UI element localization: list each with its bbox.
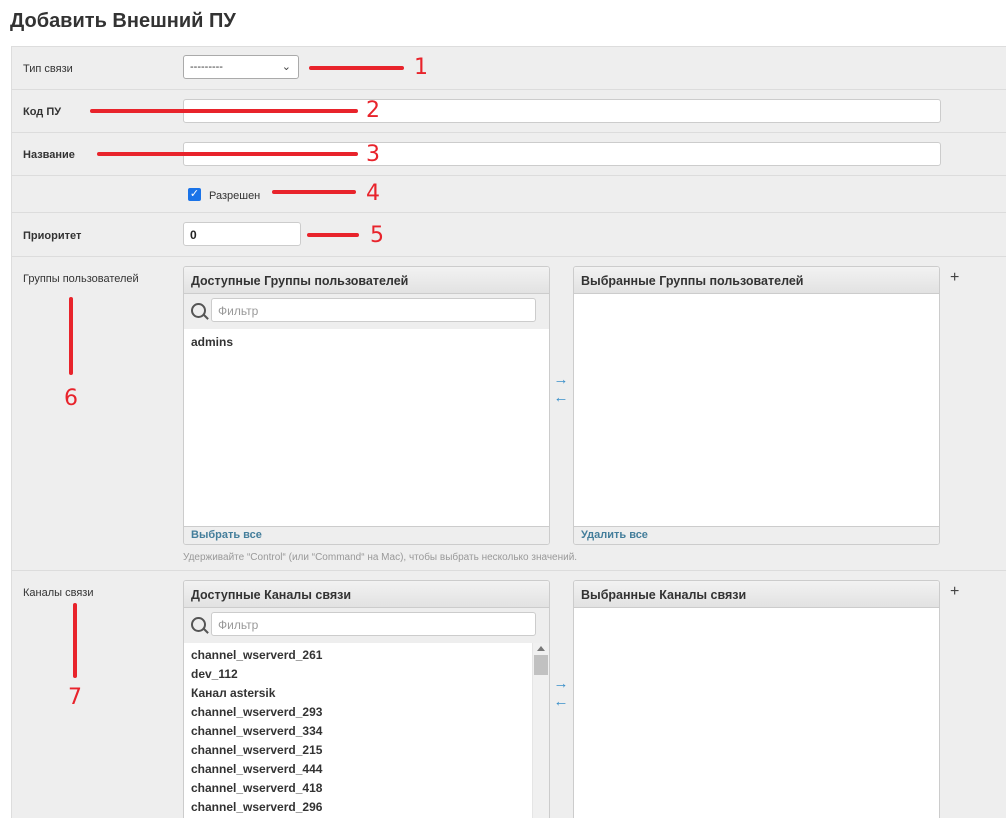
name-label: Название: [23, 149, 75, 161]
channels-scrollbar[interactable]: [532, 643, 549, 818]
user-groups-label: Группы пользователей: [23, 273, 139, 285]
page-title: Добавить Внешний ПУ: [10, 10, 236, 32]
chevron-down-icon: ⌄: [281, 61, 291, 73]
choose-all-user-groups-link[interactable]: Выбрать все: [184, 526, 549, 544]
available-user-groups-list[interactable]: admins: [184, 329, 549, 526]
priority-row: Приоритет 0: [12, 213, 1006, 257]
list-item[interactable]: channel_wserverd_293: [184, 703, 533, 722]
selected-user-groups-panel: Выбранные Группы пользователей Удалить в…: [573, 266, 940, 545]
annotation-line-2: [90, 109, 358, 113]
annotation-line-1: [309, 66, 404, 70]
external-pu-form: Тип связи --------- ⌄ Код ПУ Название ✓ …: [11, 46, 1006, 818]
channels-row: Каналы связи Доступные Каналы связи Филь…: [12, 571, 1006, 818]
available-channels-title: Доступные Каналы связи: [184, 581, 549, 608]
priority-input[interactable]: 0: [183, 222, 301, 246]
list-item[interactable]: channel_wserverd_418: [184, 779, 533, 798]
list-item[interactable]: channel_wserverd_296: [184, 798, 533, 817]
user-groups-move-controls: → ←: [553, 371, 569, 407]
add-user-group-icon[interactable]: +: [950, 269, 959, 287]
move-right-icon[interactable]: →: [553, 675, 569, 693]
connection-type-label: Тип связи: [23, 63, 73, 75]
annotation-number-6: 6: [64, 386, 78, 411]
selected-user-groups-title: Выбранные Группы пользователей: [574, 267, 939, 294]
available-channels-panel: Доступные Каналы связи Фильтр channel_ws…: [183, 580, 550, 818]
multi-select-help: Удерживайте “Control“ (или “Command“ на …: [183, 552, 578, 563]
connection-type-select[interactable]: --------- ⌄: [183, 55, 299, 79]
list-item[interactable]: admins: [184, 333, 549, 352]
scroll-thumb[interactable]: [534, 655, 548, 675]
user-groups-row: Группы пользователей Доступные Группы по…: [12, 257, 1006, 571]
move-left-icon[interactable]: ←: [553, 693, 569, 711]
move-left-icon[interactable]: ←: [553, 389, 569, 407]
search-icon: [191, 617, 206, 632]
enabled-checkbox[interactable]: ✓: [188, 188, 201, 201]
annotation-line-4: [272, 190, 356, 194]
annotation-line-3: [97, 152, 358, 156]
remove-all-user-groups-link[interactable]: Удалить все: [574, 526, 939, 544]
available-user-groups-title: Доступные Группы пользователей: [184, 267, 549, 294]
available-user-groups-panel: Доступные Группы пользователей Фильтр ad…: [183, 266, 550, 545]
annotation-number-3: 3: [366, 142, 380, 167]
channels-move-controls: → ←: [553, 675, 569, 711]
annotation-number-5: 5: [370, 223, 384, 248]
channels-label: Каналы связи: [23, 587, 94, 599]
connection-type-value: ---------: [190, 61, 223, 73]
list-item[interactable]: Канал astersik: [184, 684, 533, 703]
move-right-icon[interactable]: →: [553, 371, 569, 389]
search-icon: [191, 303, 206, 318]
channels-filter-input[interactable]: Фильтр: [211, 612, 536, 636]
annotation-line-7: [73, 603, 77, 678]
enabled-row: ✓ Разрешен: [12, 176, 1006, 213]
enabled-label: Разрешен: [209, 190, 261, 202]
priority-value: 0: [190, 228, 197, 242]
annotation-number-4: 4: [366, 181, 380, 206]
annotation-number-2: 2: [366, 98, 380, 123]
user-groups-filter-bar: Фильтр: [184, 294, 549, 330]
annotation-number-7: 7: [68, 685, 82, 710]
list-item[interactable]: channel_wserverd_215: [184, 741, 533, 760]
annotation-number-1: 1: [414, 55, 428, 80]
scroll-up-icon[interactable]: [537, 646, 545, 651]
channels-filter-bar: Фильтр: [184, 608, 549, 644]
list-item[interactable]: channel_wserverd_261: [184, 646, 533, 665]
add-channel-icon[interactable]: +: [950, 583, 959, 601]
code-label: Код ПУ: [23, 106, 62, 118]
connection-type-row: Тип связи --------- ⌄: [12, 47, 1006, 90]
annotation-line-5: [307, 233, 359, 237]
selected-channels-list[interactable]: [574, 608, 939, 818]
selected-user-groups-list[interactable]: [574, 294, 939, 526]
annotation-line-6: [69, 297, 73, 375]
list-item[interactable]: channel_wserverd_334: [184, 722, 533, 741]
user-groups-filter-input[interactable]: Фильтр: [211, 298, 536, 322]
selected-channels-title: Выбранные Каналы связи: [574, 581, 939, 608]
priority-label: Приоритет: [23, 230, 82, 242]
selected-channels-panel: Выбранные Каналы связи: [573, 580, 940, 818]
available-channels-list[interactable]: channel_wserverd_261 dev_112 Канал aster…: [184, 643, 533, 818]
list-item[interactable]: channel_wserverd_444: [184, 760, 533, 779]
list-item[interactable]: dev_112: [184, 665, 533, 684]
